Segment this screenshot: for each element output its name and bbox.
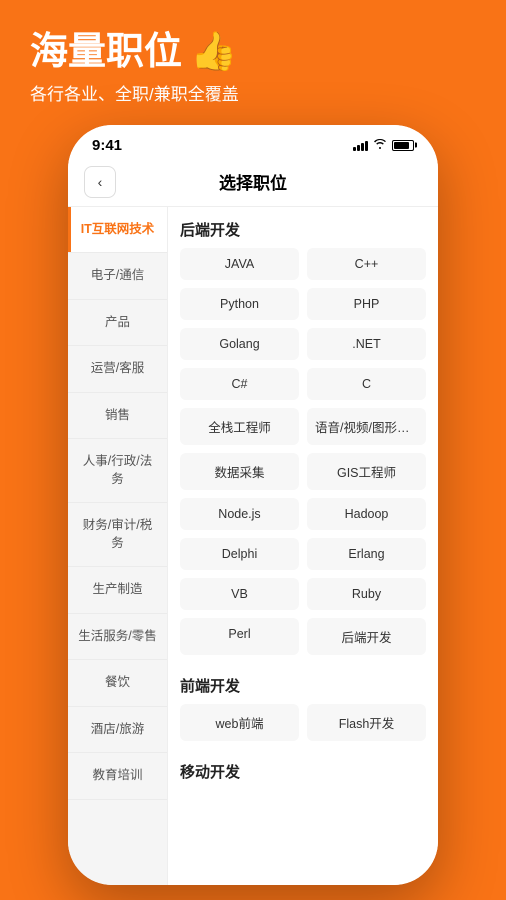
tag-0-10[interactable]: 数据采集 [180,453,299,490]
sidebar: IT互联网技术电子/通信产品运营/客服销售人事/行政/法务财务/审计/税务生产制… [68,207,168,885]
sidebar-item-4[interactable]: 销售 [68,393,167,440]
tag-0-8[interactable]: 全栈工程师 [180,408,299,445]
header-icon: 👍 [190,30,237,76]
sidebar-item-7[interactable]: 生产制造 [68,567,167,614]
tag-0-17[interactable]: Ruby [307,578,426,610]
sidebar-item-8[interactable]: 生活服务/零售 [68,614,167,661]
tag-0-7[interactable]: C [307,368,426,400]
tag-0-9[interactable]: 语音/视频/图形开发 [307,408,426,445]
signal-icon [353,140,368,151]
header-title-text: 海量职位 [30,30,182,76]
tag-0-18[interactable]: Perl [180,618,299,655]
sidebar-item-1[interactable]: 电子/通信 [68,253,167,300]
right-content: 后端开发JAVAC++PythonPHPGolang.NETC#C全栈工程师语音… [168,207,438,885]
tag-1-1[interactable]: Flash开发 [307,704,426,741]
sidebar-item-6[interactable]: 财务/审计/税务 [68,503,167,567]
tags-grid-0: JAVAC++PythonPHPGolang.NETC#C全栈工程师语音/视频/… [168,248,438,663]
sidebar-item-5[interactable]: 人事/行政/法务 [68,439,167,503]
tag-0-16[interactable]: VB [180,578,299,610]
status-time: 9:41 [92,137,122,154]
content-area: IT互联网技术电子/通信产品运营/客服销售人事/行政/法务财务/审计/税务生产制… [68,207,438,885]
sidebar-item-9[interactable]: 餐饮 [68,660,167,707]
sidebar-item-11[interactable]: 教育培训 [68,753,167,800]
sidebar-item-3[interactable]: 运营/客服 [68,346,167,393]
header-title: 海量职位 👍 [30,30,237,76]
header-subtitle: 各行各业、全职/兼职全覆盖 [30,80,239,105]
battery-icon [392,140,414,151]
tag-0-2[interactable]: Python [180,288,299,320]
tag-0-6[interactable]: C# [180,368,299,400]
nav-bar: ‹ 选择职位 [68,158,438,207]
sidebar-item-0[interactable]: IT互联网技术 [68,207,167,254]
tag-0-3[interactable]: PHP [307,288,426,320]
back-button[interactable]: ‹ [84,166,116,198]
tag-0-1[interactable]: C++ [307,248,426,280]
tag-0-12[interactable]: Node.js [180,498,299,530]
app-header: 海量职位 👍 各行各业、全职/兼职全覆盖 [0,0,506,125]
tag-0-15[interactable]: Erlang [307,538,426,570]
tag-1-0[interactable]: web前端 [180,704,299,741]
wifi-icon [373,138,387,152]
section-title-2: 移动开发 [168,749,438,790]
sidebar-item-10[interactable]: 酒店/旅游 [68,707,167,754]
tag-0-5[interactable]: .NET [307,328,426,360]
tag-0-13[interactable]: Hadoop [307,498,426,530]
tags-grid-1: web前端Flash开发 [168,704,438,749]
tag-0-4[interactable]: Golang [180,328,299,360]
status-icons [353,138,414,152]
phone-mockup: 9:41 ‹ 选择职位 IT [68,125,438,885]
section-title-1: 前端开发 [168,663,438,704]
section-title-0: 后端开发 [168,207,438,248]
status-bar: 9:41 [68,125,438,158]
tag-0-0[interactable]: JAVA [180,248,299,280]
nav-title: 选择职位 [116,169,390,194]
tag-0-19[interactable]: 后端开发 [307,618,426,655]
tag-0-11[interactable]: GIS工程师 [307,453,426,490]
tag-0-14[interactable]: Delphi [180,538,299,570]
back-icon: ‹ [98,174,103,190]
sidebar-item-2[interactable]: 产品 [68,300,167,347]
